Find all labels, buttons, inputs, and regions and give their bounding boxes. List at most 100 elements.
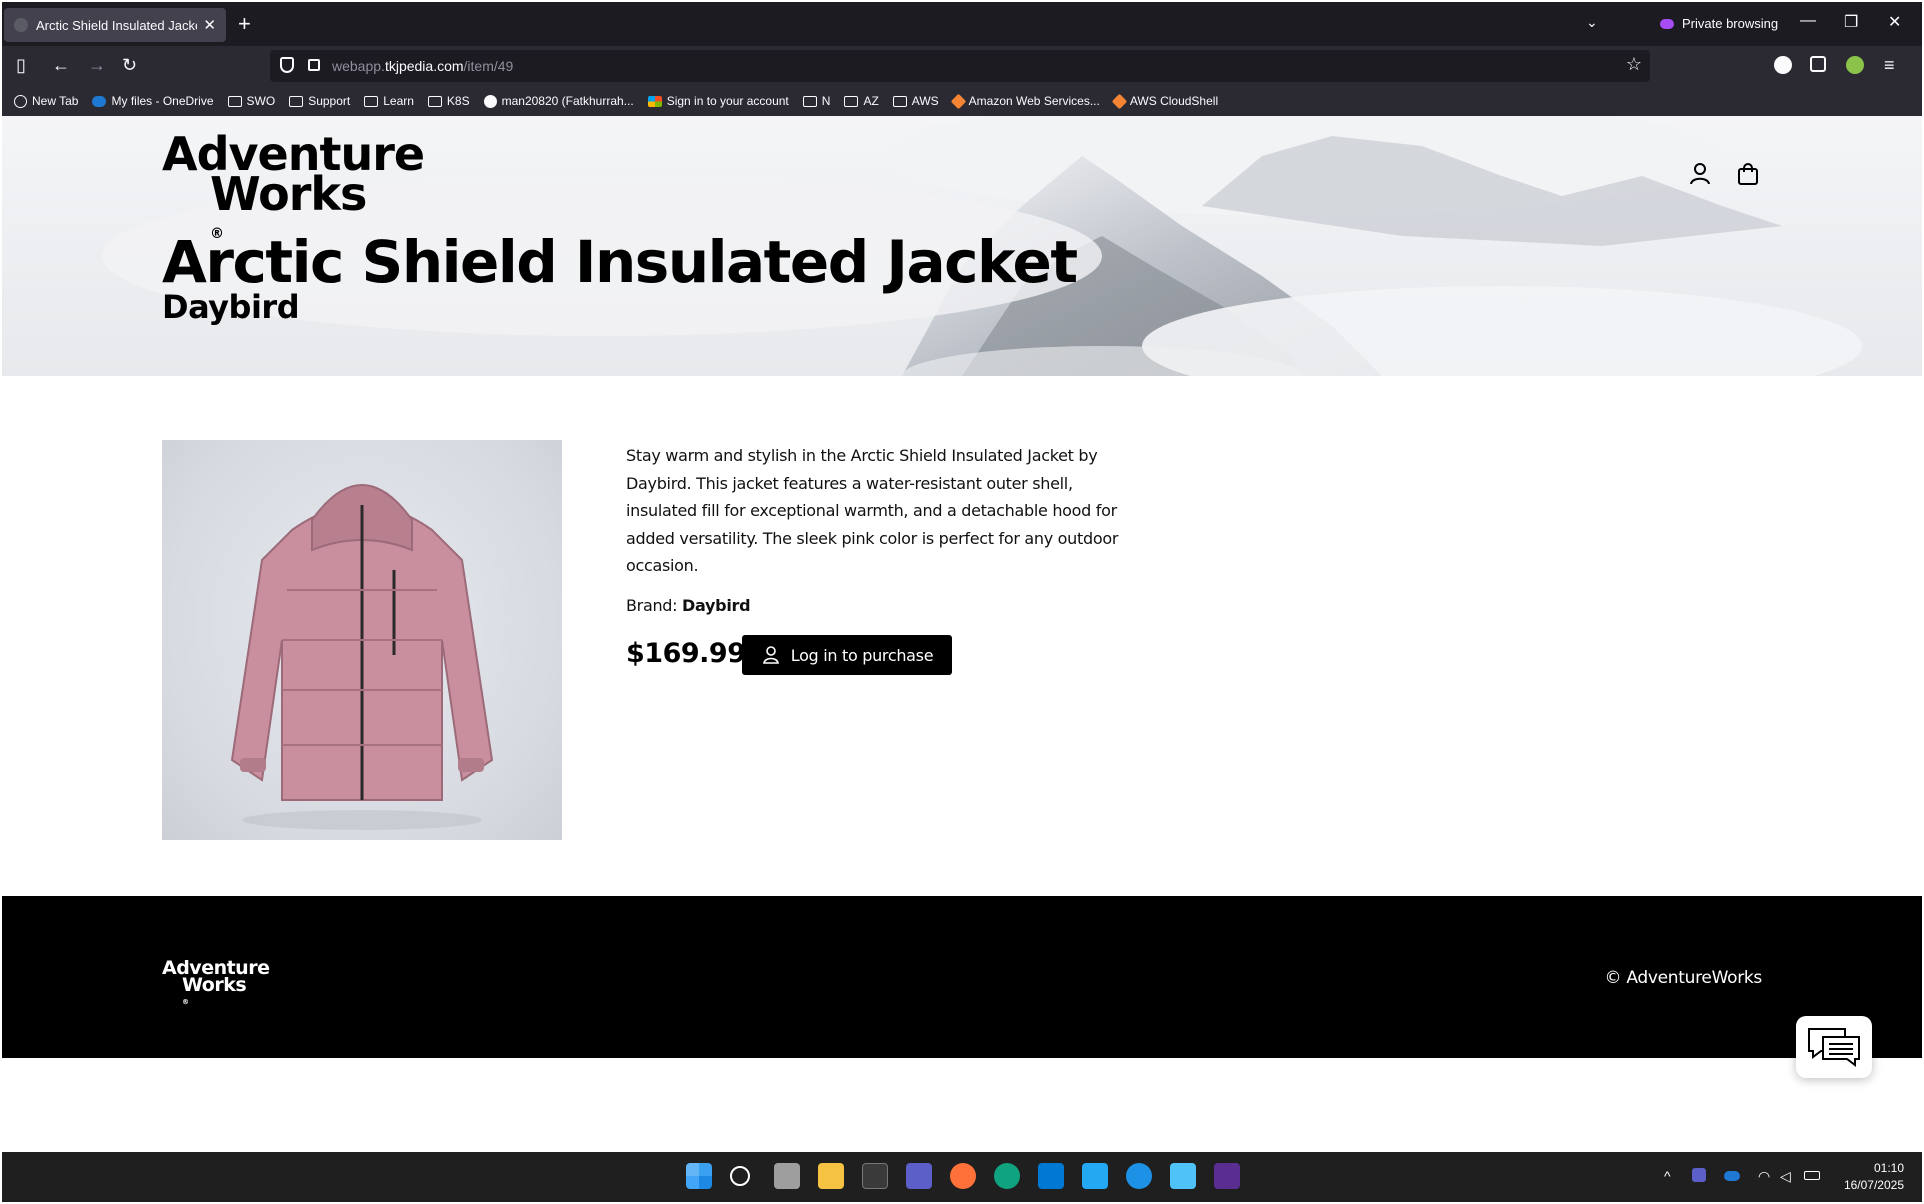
bookmark-label: My files - OneDrive	[111, 94, 214, 108]
minimize-button[interactable]: —	[1800, 12, 1816, 30]
tracking-protection-shield-icon[interactable]	[280, 57, 294, 73]
task-view-icon[interactable]	[774, 1163, 800, 1189]
bookmark-label: Amazon Web Services...	[968, 94, 1100, 108]
bookmark-label: man20820 (Fatkhurrah...	[501, 94, 634, 108]
firefox-icon[interactable]	[950, 1163, 976, 1189]
brand-label: Brand:	[626, 596, 678, 615]
profile-avatar-icon[interactable]	[1846, 56, 1864, 74]
clock[interactable]: 01:10 16/07/2025	[1844, 1160, 1904, 1194]
bookmark-item[interactable]: New Tab	[14, 94, 78, 108]
user-icon	[762, 646, 779, 664]
teams-icon[interactable]	[906, 1163, 932, 1189]
bookmark-label: N	[821, 94, 831, 108]
folder-icon	[364, 95, 379, 107]
file-explorer-icon[interactable]	[818, 1163, 844, 1189]
onedrive-tray-icon[interactable]	[1724, 1171, 1740, 1181]
navigation-bar: ▯ ← → ↻ webapp.tkjpedia.com/item/49 ☆ ≡	[2, 46, 1922, 86]
forward-button-icon[interactable]: →	[88, 54, 106, 76]
product-brand-subtitle: Daybird	[162, 288, 300, 326]
firefox-private-icon[interactable]	[1214, 1163, 1240, 1189]
footer-logo-line-2: Works	[182, 974, 247, 996]
bookmark-label: New Tab	[32, 94, 79, 108]
private-browsing-indicator: Private browsing	[1660, 16, 1778, 31]
chat-button[interactable]	[1796, 1016, 1872, 1078]
login-to-purchase-button[interactable]: Log in to purchase	[742, 635, 952, 675]
bookmark-label: AWS CloudShell	[1129, 94, 1219, 108]
aws-icon	[1111, 93, 1128, 109]
active-tab[interactable]: Arctic Shield Insulated Jacket | A ✕	[4, 8, 226, 42]
reload-button-icon[interactable]: ↻	[122, 54, 137, 76]
jacket-image	[230, 484, 494, 830]
teams-tray-icon[interactable]	[1692, 1168, 1706, 1182]
tab-close-icon[interactable]: ✕	[203, 16, 216, 34]
footer-logo-registered-mark: ®	[182, 998, 189, 1006]
bookmark-folder[interactable]: SWO	[227, 94, 275, 108]
start-button-icon[interactable]	[686, 1163, 712, 1189]
folder-icon	[427, 95, 442, 107]
folder-icon	[802, 95, 817, 107]
shopping-bag-icon[interactable]	[1734, 160, 1762, 188]
web-page: Adventure Works ® Arctic Shield Insulated…	[2, 116, 1922, 1152]
vscode-icon[interactable]	[1082, 1163, 1108, 1189]
microsoft-icon	[647, 95, 662, 107]
bookmark-item[interactable]: Sign in to your account	[647, 94, 789, 108]
site-footer: Adventure Works ® © AdventureWorks	[2, 896, 1922, 1058]
github-icon	[483, 94, 497, 108]
tab-bar: Arctic Shield Insulated Jacket | A ✕ + ⌄…	[2, 2, 1922, 46]
aws-icon	[950, 93, 966, 109]
brand-name: Daybird	[682, 596, 751, 615]
bookmark-item[interactable]: man20820 (Fatkhurrah...	[483, 94, 634, 108]
lock-icon[interactable]	[308, 59, 320, 71]
show-hidden-icons-icon[interactable]: ^	[1664, 1168, 1671, 1184]
product-price: $169.99	[626, 638, 746, 669]
folder-icon	[289, 95, 304, 107]
docker-icon[interactable]	[1126, 1163, 1152, 1189]
bookmark-star-icon[interactable]: ☆	[1626, 54, 1642, 75]
account-icon[interactable]	[1686, 160, 1714, 188]
folder-icon	[892, 95, 907, 107]
tab-title: Arctic Shield Insulated Jacket | A	[36, 17, 197, 33]
bookmarks-toolbar: New Tab My files - OneDrive SWO Support …	[2, 86, 1922, 116]
product-image	[162, 440, 562, 840]
bookmark-folder[interactable]: Learn	[364, 94, 414, 108]
bookmark-label: Support	[308, 94, 351, 108]
extensions-puzzle-icon[interactable]	[1810, 56, 1826, 72]
menu-hamburger-icon[interactable]: ≡	[1884, 54, 1895, 76]
edge-icon[interactable]	[994, 1163, 1020, 1189]
folder-icon	[227, 95, 242, 107]
new-tab-button[interactable]: +	[238, 11, 251, 37]
search-icon[interactable]	[730, 1166, 750, 1186]
extension-f-icon[interactable]	[1774, 56, 1792, 74]
private-browsing-label: Private browsing	[1682, 16, 1779, 31]
bookmark-label: AZ	[863, 94, 879, 108]
browser-window: Arctic Shield Insulated Jacket | A ✕ + ⌄…	[2, 2, 1922, 1202]
globe-icon	[14, 94, 27, 108]
url-text[interactable]: webapp.tkjpedia.com/item/49	[332, 58, 513, 74]
sidebar-toggle-icon[interactable]: ▯	[16, 54, 26, 76]
close-window-button[interactable]: ✕	[1888, 12, 1901, 32]
bookmark-folder[interactable]: K8S	[427, 94, 470, 108]
wifi-icon[interactable]: ◠	[1758, 1168, 1770, 1185]
battery-icon[interactable]	[1804, 1171, 1820, 1180]
address-bar[interactable]: webapp.tkjpedia.com/item/49 ☆	[270, 50, 1650, 82]
restore-button[interactable]: ❐	[1844, 12, 1858, 32]
bookmark-item[interactable]: AWS CloudShell	[1111, 93, 1219, 109]
bookmark-folder[interactable]: N	[802, 94, 831, 108]
clock-date: 16/07/2025	[1843, 1178, 1904, 1192]
notepad-icon[interactable]	[1170, 1163, 1196, 1189]
bookmark-folder[interactable]: Support	[289, 94, 350, 108]
product-description: Stay warm and stylish in the Arctic Shie…	[626, 446, 1119, 575]
footer-logo[interactable]: Adventure Works ®	[162, 959, 270, 1014]
terminal-icon[interactable]	[862, 1163, 888, 1189]
bookmark-item[interactable]: My files - OneDrive	[92, 94, 214, 108]
volume-icon[interactable]: ◁	[1780, 1168, 1791, 1185]
outlook-icon[interactable]	[1038, 1163, 1064, 1189]
private-mask-icon	[1660, 18, 1674, 29]
bookmark-item[interactable]: Amazon Web Services...	[950, 93, 1100, 109]
bookmark-folder[interactable]: AZ	[844, 94, 879, 108]
brand-line: Brand: Daybird	[626, 596, 751, 615]
back-button-icon[interactable]: ←	[52, 54, 70, 76]
bookmark-folder[interactable]: AWS	[892, 94, 939, 108]
list-all-tabs-icon[interactable]: ⌄	[1586, 14, 1598, 31]
bookmark-label: Sign in to your account	[666, 94, 789, 108]
